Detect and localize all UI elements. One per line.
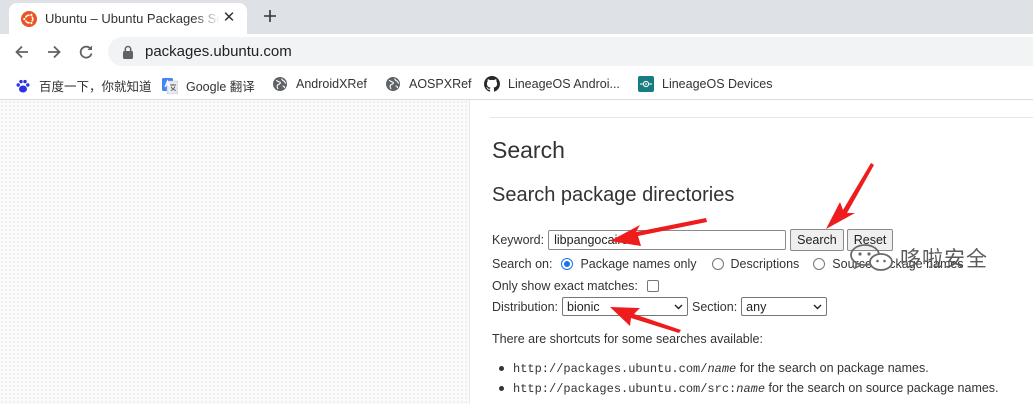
- tab-strip: Ubuntu – Ubuntu Packages Search ✕: [0, 0, 1033, 34]
- keyword-row: Keyword: Search Reset: [492, 229, 894, 251]
- watermark-text: 哆啦安全: [900, 248, 988, 271]
- bookmark-label: AndroidXRef: [296, 77, 367, 91]
- shortcuts-intro: There are shortcuts for some searches av…: [492, 332, 763, 346]
- distribution-label: Distribution:: [492, 299, 558, 314]
- google-translate-icon: [162, 77, 178, 94]
- distribution-value: bionic: [567, 299, 600, 314]
- bookmark-lineageos-devices[interactable]: LineageOS Devices: [638, 76, 772, 92]
- list-item: http://packages.ubuntu.com/name for the …: [499, 358, 999, 378]
- globe-icon: [386, 77, 400, 91]
- dotted-background: [0, 100, 469, 404]
- new-tab-icon[interactable]: [262, 8, 278, 24]
- shortcut-variable: name: [707, 362, 737, 376]
- exact-match-label: Only show exact matches:: [492, 279, 638, 293]
- header-rule: [490, 117, 1033, 118]
- distribution-row: Distribution: bionic Section: any: [492, 297, 828, 316]
- radio-descriptions[interactable]: [711, 258, 724, 270]
- search-button[interactable]: Search: [790, 229, 844, 251]
- reload-icon[interactable]: [77, 43, 95, 61]
- url-text: packages.ubuntu.com: [145, 43, 292, 60]
- exact-match-row: Only show exact matches:: [492, 279, 659, 293]
- address-bar[interactable]: packages.ubuntu.com: [108, 37, 1033, 66]
- radio-package-names[interactable]: [561, 258, 574, 270]
- list-item: http://packages.ubuntu.com/src:name for …: [499, 378, 999, 398]
- column-divider: [469, 100, 470, 404]
- radio-label-package-names: Package names only: [580, 257, 697, 271]
- bookmark-label: 百度一下，你就知道: [39, 80, 152, 94]
- chevron-down-icon: [674, 304, 683, 309]
- bookmark-label: LineageOS Devices: [662, 77, 773, 91]
- back-arrow-icon[interactable]: [13, 43, 31, 61]
- exact-match-checkbox[interactable]: [646, 280, 659, 292]
- watermark: 哆啦安全: [848, 243, 988, 273]
- bookmark-google-translate[interactable]: Google 翻译: [162, 76, 255, 95]
- section-value: any: [746, 299, 767, 314]
- section-select[interactable]: any: [741, 297, 828, 316]
- page-title: Search: [492, 137, 565, 163]
- bookmark-baidu[interactable]: 百度一下，你就知道: [15, 76, 152, 95]
- section-title: Search package directories: [492, 184, 735, 206]
- shortcut-text: for the search on package names.: [736, 361, 929, 375]
- lock-icon[interactable]: [122, 45, 134, 59]
- shortcut-text: for the search on source package names.: [765, 381, 999, 395]
- shortcut-url: http://packages.ubuntu.com/: [513, 362, 708, 376]
- github-icon: [484, 76, 500, 92]
- shortcuts-list: http://packages.ubuntu.com/name for the …: [490, 358, 999, 398]
- tab-title: Ubuntu – Ubuntu Packages Search: [45, 11, 220, 26]
- baidu-paw-icon: [16, 79, 30, 92]
- keyword-input[interactable]: [548, 230, 787, 250]
- bookmarks-bar: 百度一下，你就知道 Google 翻译 AndroidXRef AOSPXRef…: [0, 70, 1033, 100]
- bookmark-label: LineageOS Androi...: [508, 77, 620, 91]
- lineageos-icon: [638, 76, 654, 92]
- distribution-select[interactable]: bionic: [562, 297, 688, 316]
- keyword-label: Keyword:: [492, 233, 545, 247]
- bookmark-lineageos-android[interactable]: LineageOS Androi...: [484, 76, 620, 92]
- browser-tab[interactable]: Ubuntu – Ubuntu Packages Search ✕: [9, 3, 247, 34]
- chevron-down-icon: [813, 304, 822, 309]
- bookmark-label: AOSPXRef: [409, 77, 472, 91]
- radio-label-descriptions: Descriptions: [730, 257, 800, 271]
- section-label: Section:: [692, 299, 738, 314]
- bookmark-label: Google 翻译: [186, 80, 255, 94]
- forward-arrow-icon[interactable]: [45, 43, 63, 61]
- globe-icon: [273, 77, 287, 91]
- bookmark-aospxref[interactable]: AOSPXRef: [385, 76, 472, 92]
- shortcut-url: http://packages.ubuntu.com/src:: [513, 382, 737, 396]
- ubuntu-favicon-icon: [21, 10, 37, 27]
- close-tab-icon[interactable]: ✕: [221, 10, 237, 26]
- bookmark-androidxref[interactable]: AndroidXRef: [272, 76, 367, 92]
- browser-toolbar: packages.ubuntu.com: [0, 34, 1033, 70]
- wechat-logo-icon: [850, 244, 893, 271]
- radio-source-package-names[interactable]: [813, 258, 826, 270]
- search-on-label: Search on:: [492, 257, 553, 271]
- shortcut-variable: name: [736, 382, 766, 396]
